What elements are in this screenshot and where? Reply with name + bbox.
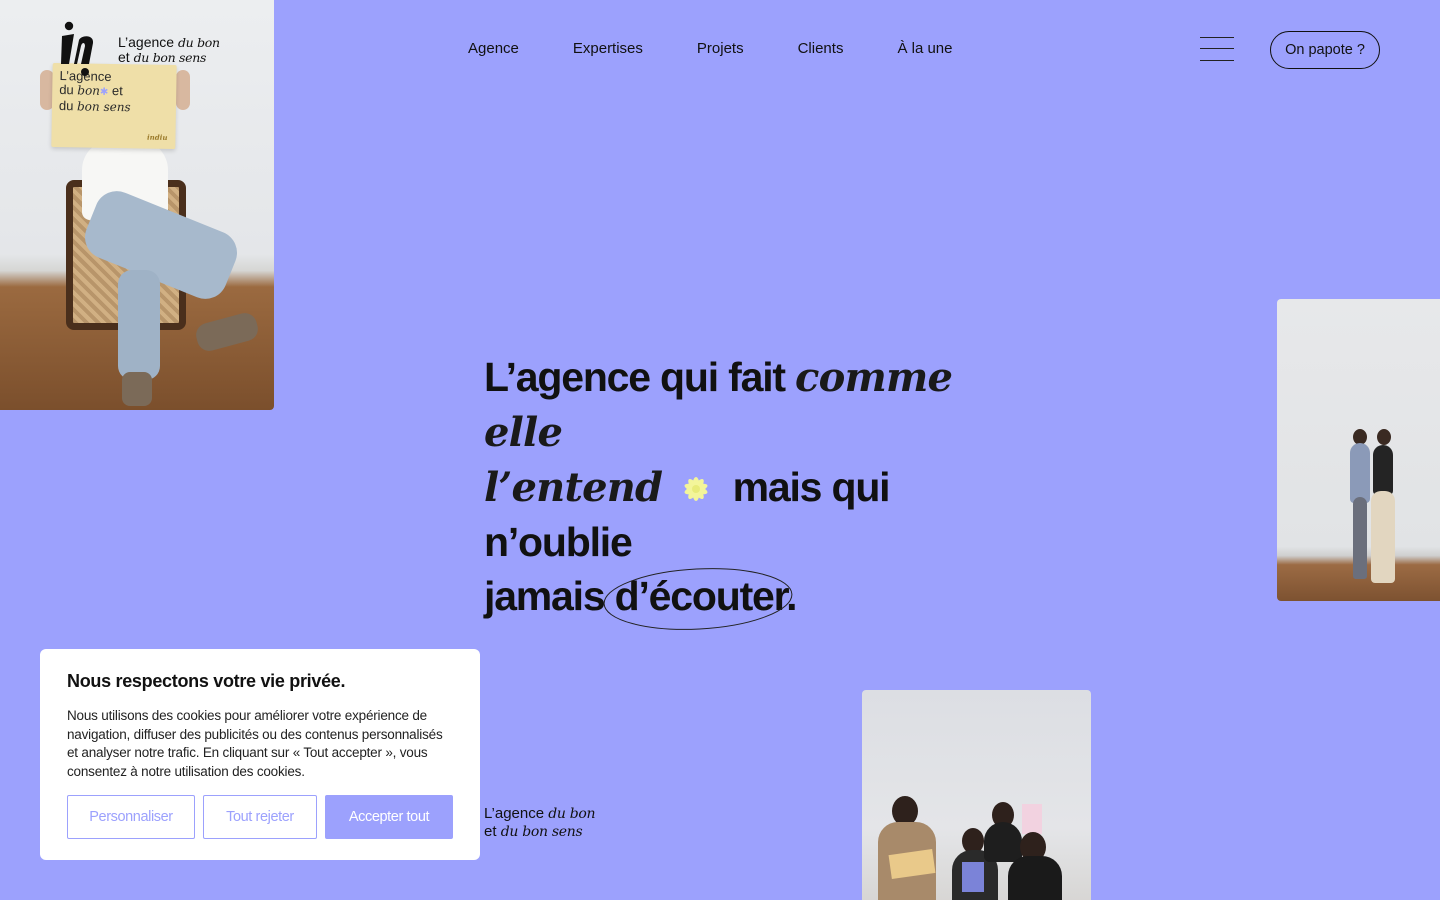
hero-text-italic: l’entend [484,464,663,511]
main-nav: Agence Expertises Projets Clients À la u… [468,40,953,57]
person-head [1377,429,1391,445]
footer-brand-tagline: L’agence du bon et du bon sens [484,805,596,841]
accept-all-cookies-button[interactable]: Accepter tout [325,795,453,839]
tagline-text-italic: du bon sens [500,824,583,840]
tagline-text: et [118,49,134,65]
sign-text: et [108,82,123,99]
brand-tagline-line-2: et du bon sens [118,49,220,66]
in-logo-icon[interactable] [58,18,98,78]
hero-photo-right [1277,299,1440,601]
cookie-button-group: Personnaliser Tout rejeter Accepter tout [67,795,453,839]
cookie-description: Nous utilisons des cookies pour améliore… [67,708,443,779]
reject-all-cookies-button[interactable]: Tout rejeter [203,795,317,839]
poster [1022,804,1042,834]
person-body [1008,856,1062,900]
tagline-text: L’agence [118,34,178,50]
person-hand [176,70,190,110]
hero-text: L’agence qui fait [484,354,796,400]
footer-tagline-line-1: L’agence du bon [484,805,596,823]
sign-line-3: du bon sens [58,98,169,115]
person-leg [118,270,160,380]
person-boot [193,310,261,354]
nav-item-a-la-une[interactable]: À la une [897,40,952,57]
tagline-text: et [484,823,501,840]
sign-brand: indiu [146,132,168,142]
person-body [1373,445,1393,495]
team-photo [862,690,1091,900]
tagline-text-italic: du bon [177,35,220,50]
magazine [962,862,984,892]
nav-item-clients[interactable]: Clients [798,40,844,57]
sign-text: du [59,82,78,98]
person-legs [1371,491,1395,583]
sign-text-italic: bon [77,83,101,98]
cookie-consent-dialog: Nous respectons votre vie privée. Nous u… [40,649,480,860]
flower-icon [674,468,718,508]
hero-text: jamais [484,573,615,619]
brand-tagline-line-1: L’agence du bon [118,34,220,51]
contact-cta-button[interactable]: On papote ? [1270,31,1380,69]
cookie-title: Nous respectons votre vie privée. [67,671,346,691]
person-legs [1353,497,1367,579]
tagline-text-italic: du bon [548,806,596,822]
nav-item-projets[interactable]: Projets [697,40,744,57]
nav-item-agence[interactable]: Agence [468,40,519,57]
tagline-text-italic: du bon sens [133,50,207,65]
circled-word: d’écouter. [603,568,798,630]
nav-item-expertises[interactable]: Expertises [573,40,643,57]
star-icon: ✱ [99,86,109,98]
personalize-cookies-button[interactable]: Personnaliser [67,795,195,839]
hamburger-menu-icon[interactable] [1200,36,1234,62]
person-boot [122,372,152,406]
footer-tagline-line-2: et du bon sens [484,823,595,841]
brand-tagline[interactable]: L’agence du bon et du bon sens [118,34,220,66]
person-body [1350,443,1370,503]
tagline-text: L’agence [484,805,549,822]
person-body [984,822,1022,862]
sign-text-italic: bon sens [76,99,131,115]
sign-text: du [58,98,78,114]
circle-highlight [603,568,793,630]
hero-headline: L’agence qui fait comme elle l’entend ma… [484,350,1004,630]
